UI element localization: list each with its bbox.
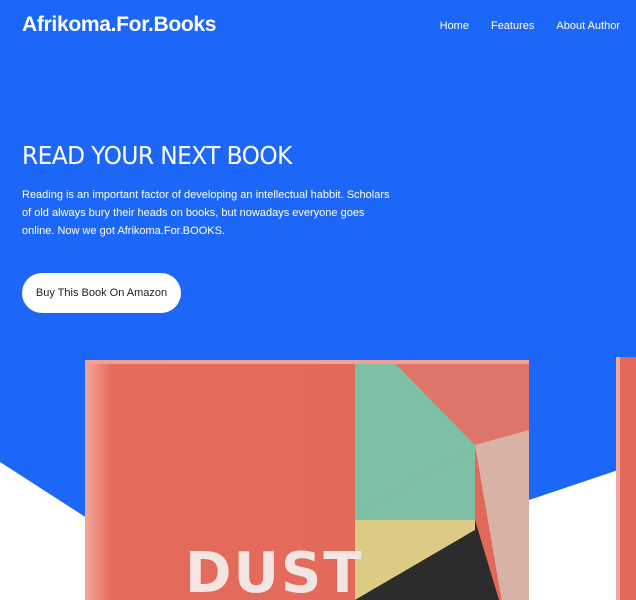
buy-on-amazon-button[interactable]: Buy This Book On Amazon bbox=[22, 273, 181, 313]
nav-link-about-author[interactable]: About Author bbox=[556, 20, 620, 32]
nav-link-home[interactable]: Home bbox=[440, 20, 469, 32]
hero-headline: READ YOUR NEXT BOOK bbox=[22, 141, 292, 170]
navbar: Afrikoma.For.Books Home Features About A… bbox=[0, 0, 636, 54]
hero-lead-text: Reading is an important factor of develo… bbox=[22, 189, 390, 237]
brand-logo[interactable]: Afrikoma.For.Books bbox=[22, 13, 216, 37]
nav-link-features[interactable]: Features bbox=[491, 20, 534, 32]
nav-links: Home Features About Author bbox=[440, 20, 620, 32]
hero-section: Afrikoma.For.Books Home Features About A… bbox=[0, 0, 636, 600]
book-cover-image: DUST bbox=[85, 360, 529, 600]
next-book-cover-image bbox=[616, 357, 636, 600]
cover-title-text: DUST bbox=[185, 541, 364, 600]
